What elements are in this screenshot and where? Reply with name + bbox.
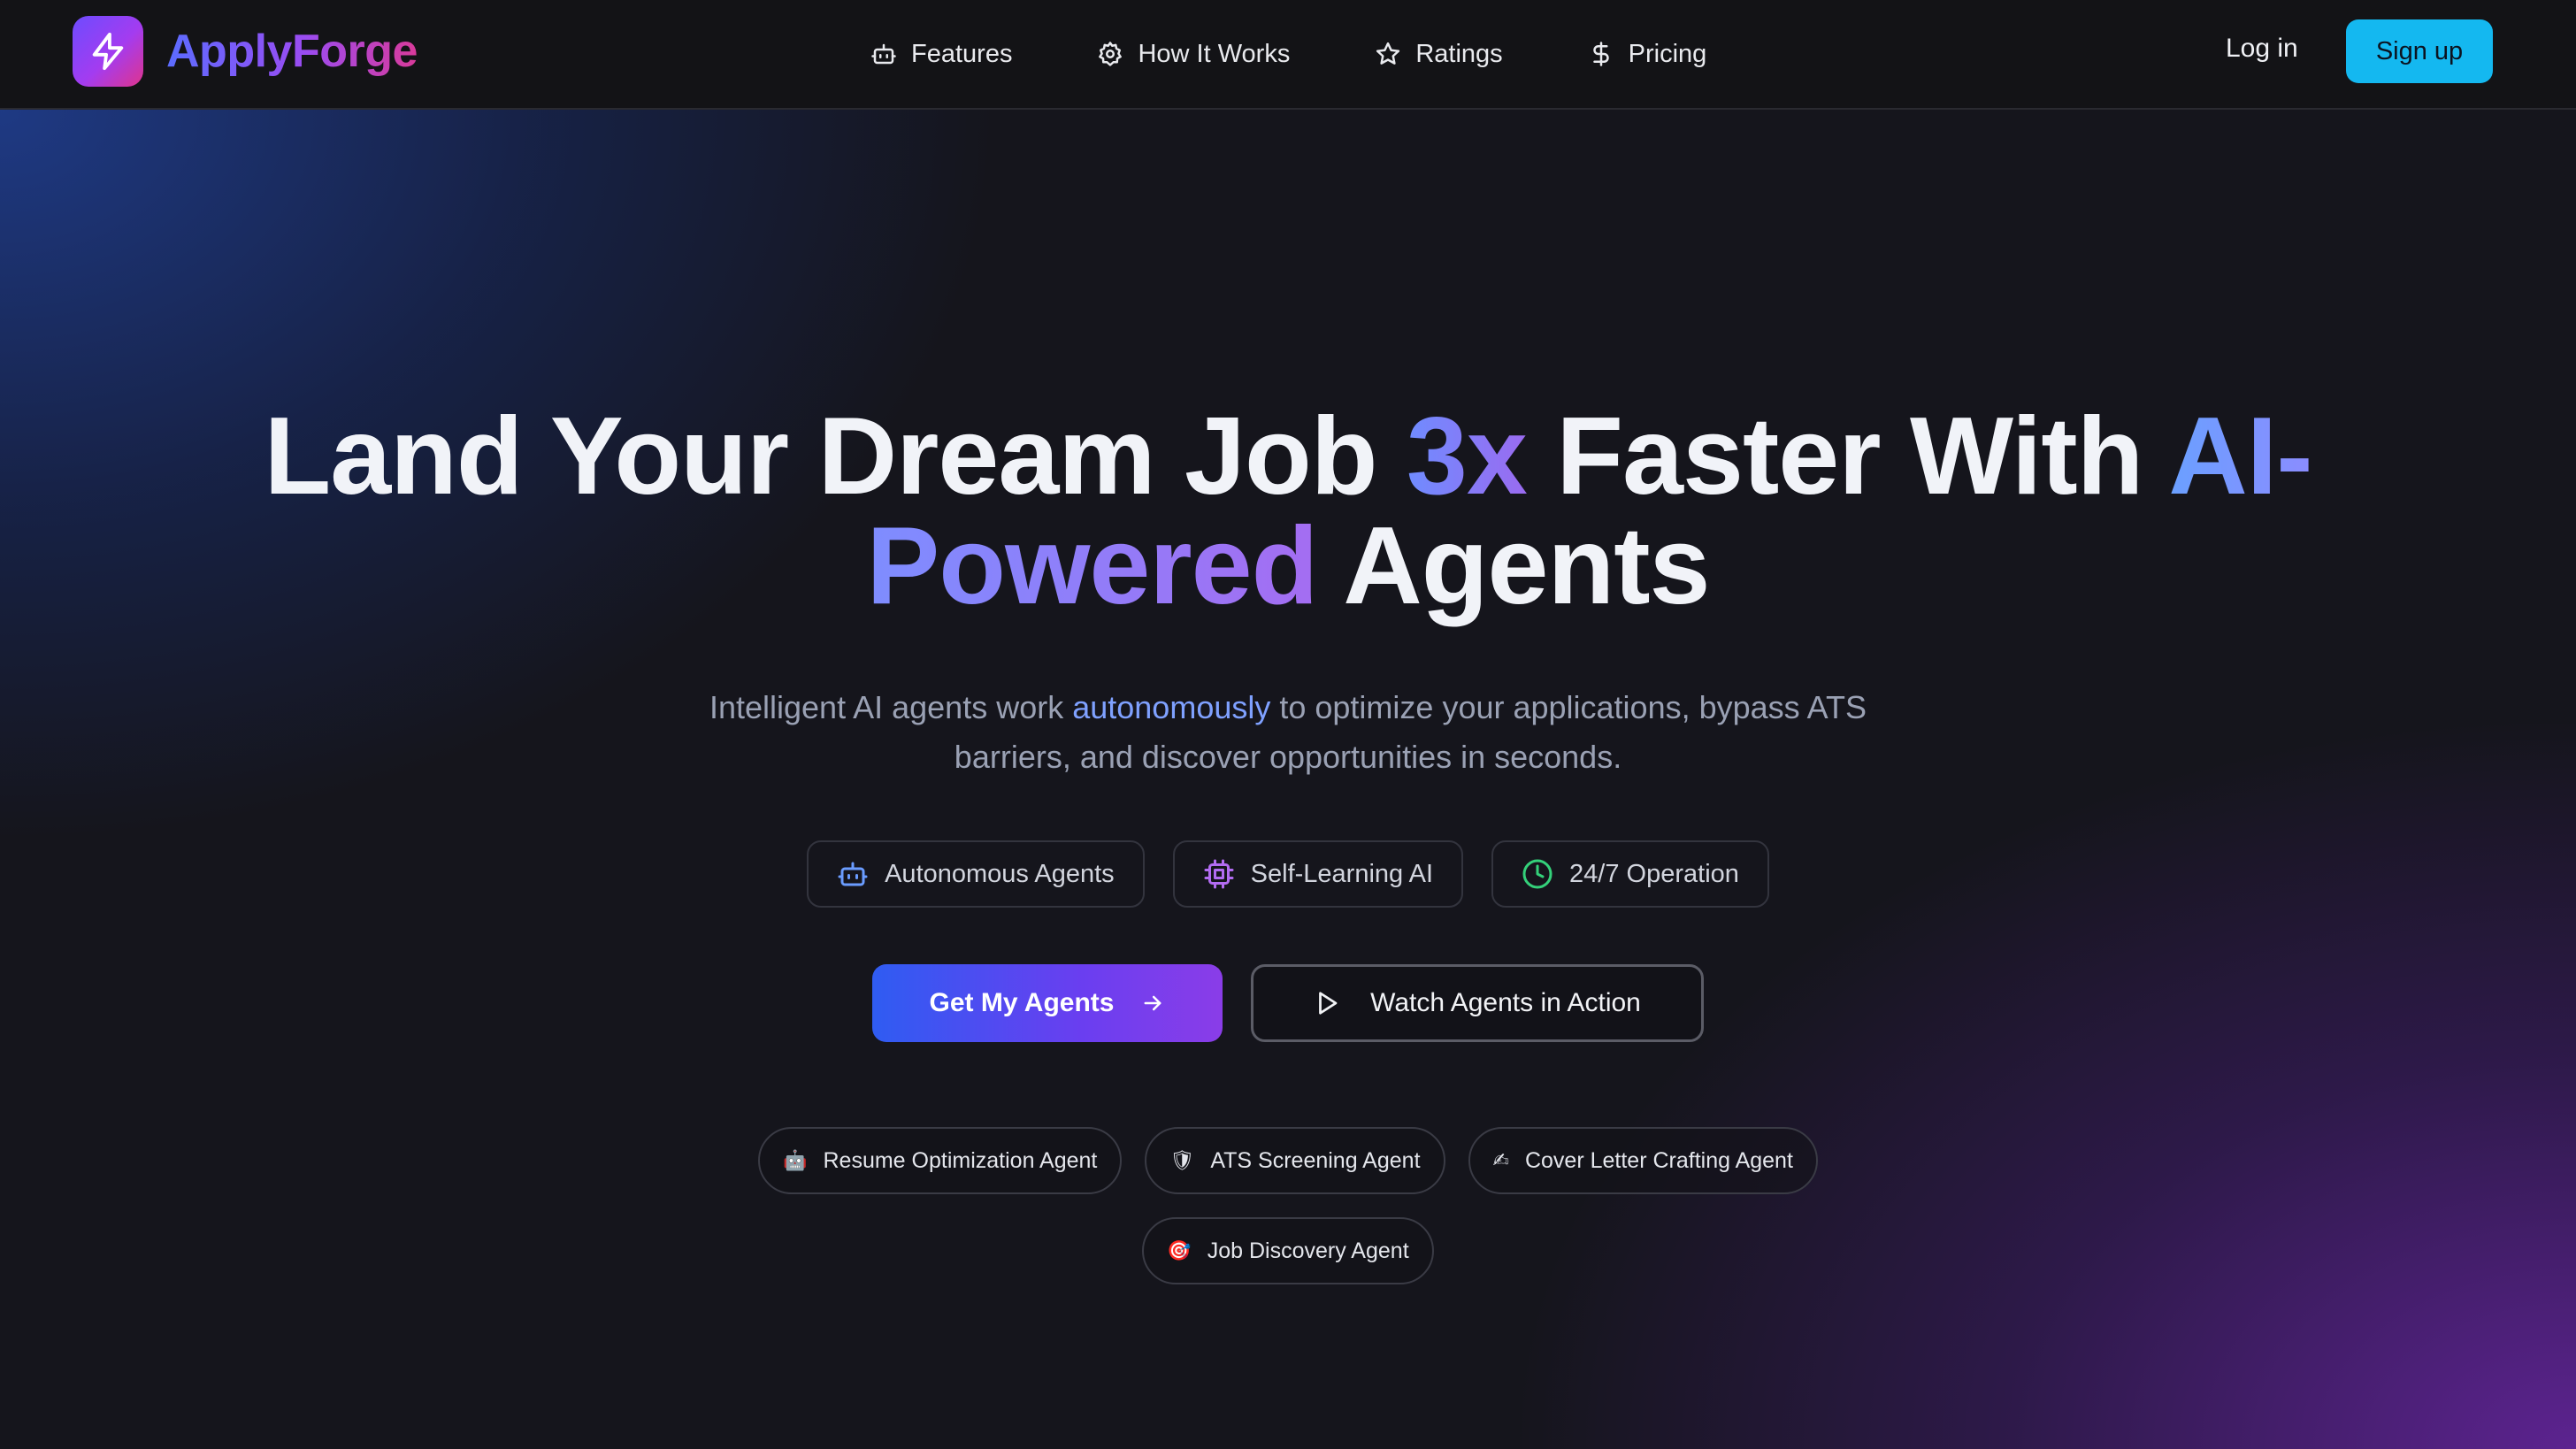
- agent-chips-row: 🤖 Resume Optimization Agent 🛡 ATS Screen…: [0, 1127, 2576, 1194]
- subtitle-part1: Intelligent AI agents work: [709, 689, 1073, 725]
- headline-highlight-powered: Powered: [866, 505, 1319, 627]
- nav-ratings[interactable]: Ratings: [1375, 39, 1503, 69]
- get-my-agents-label: Get My Agents: [929, 988, 1115, 1017]
- brand[interactable]: ApplyForge: [73, 16, 418, 87]
- hero-headline: Land Your Dream Job 3x Faster With AI- Po…: [0, 402, 2576, 621]
- nav-features-label: Features: [911, 39, 1013, 68]
- arrow-right-icon: [1145, 995, 1162, 1011]
- agent-chip-ats[interactable]: 🛡 ATS Screening Agent: [1145, 1127, 1445, 1194]
- gear-icon: [1099, 42, 1123, 66]
- headline-part3: Agents: [1317, 505, 1710, 627]
- agent-chip-label: ATS Screening Agent: [1210, 1147, 1421, 1173]
- feature-pill-24-7: 24/7 Operation: [1491, 840, 1769, 908]
- headline-highlight-ai: AI-: [2168, 395, 2312, 518]
- login-link[interactable]: Log in: [2226, 34, 2298, 64]
- get-my-agents-button[interactable]: Get My Agents: [872, 964, 1223, 1042]
- lightning-bolt-icon: [73, 16, 143, 87]
- brand-name: ApplyForge: [166, 26, 418, 77]
- watch-agents-button[interactable]: Watch Agents in Action: [1251, 964, 1704, 1042]
- feature-pill-label: Autonomous Agents: [885, 859, 1115, 888]
- hero-subtitle: Intelligent AI agents work autonomously …: [669, 683, 1907, 782]
- nav-features[interactable]: Features: [870, 40, 1012, 69]
- nav-how-it-works-label: How It Works: [1138, 39, 1291, 68]
- nav-how-it-works[interactable]: How It Works: [1097, 40, 1290, 69]
- robot-icon: [838, 862, 868, 886]
- headline-part1: Land Your Dream Job: [264, 395, 1407, 518]
- chip-icon: [1204, 859, 1234, 889]
- watch-agents-label: Watch Agents in Action: [1370, 988, 1641, 1017]
- robot-icon: 🤖: [783, 1149, 808, 1172]
- shield-icon: 🛡: [1169, 1149, 1195, 1172]
- main-nav: Features How It Works Ratings Pricing: [870, 0, 1706, 108]
- signup-button[interactable]: Sign up: [2346, 19, 2493, 83]
- dollar-icon: [1592, 42, 1609, 66]
- agent-chip-resume[interactable]: 🤖 Resume Optimization Agent: [758, 1127, 1123, 1194]
- writing-hand-icon: ✍: [1492, 1149, 1509, 1172]
- feature-pill-label: 24/7 Operation: [1569, 859, 1739, 888]
- subtitle-highlight: autonomously: [1072, 689, 1271, 725]
- feature-pill-self-learning: Self-Learning AI: [1172, 840, 1464, 908]
- agent-chip-job-discovery[interactable]: 🎯 Job Discovery Agent: [1142, 1217, 1434, 1284]
- agent-chip-cover-letter[interactable]: ✍ Cover Letter Crafting Agent: [1468, 1127, 1818, 1194]
- headline-highlight-3x: 3x: [1406, 395, 1528, 518]
- agent-chips-row: 🎯 Job Discovery Agent: [0, 1217, 2576, 1284]
- clock-icon: [1522, 859, 1552, 889]
- play-icon: [1319, 992, 1338, 1015]
- top-navbar: ApplyForge Features How It Works Ratings: [0, 0, 2576, 110]
- agent-chip-label: Cover Letter Crafting Agent: [1524, 1147, 1793, 1173]
- agent-chip-label: Resume Optimization Agent: [823, 1147, 1098, 1173]
- agent-chip-label: Job Discovery Agent: [1207, 1238, 1409, 1263]
- nav-pricing-label: Pricing: [1628, 39, 1707, 68]
- hero-section: Land Your Dream Job 3x Faster With AI- Po…: [0, 110, 2576, 1449]
- nav-ratings-label: Ratings: [1415, 39, 1503, 68]
- headline-part2: Faster With: [1526, 395, 2169, 518]
- nav-pricing[interactable]: Pricing: [1588, 39, 1707, 69]
- feature-pill-label: Self-Learning AI: [1250, 859, 1434, 888]
- cta-group: Get My Agents Watch Agents in Action: [0, 964, 2576, 1042]
- star-icon: [1376, 42, 1400, 65]
- feature-pills: Autonomous Agents Self-Learning AI 24/7 …: [0, 840, 2576, 908]
- robot-icon: [871, 43, 896, 65]
- feature-pill-autonomous: Autonomous Agents: [807, 840, 1145, 908]
- target-icon: 🎯: [1167, 1239, 1192, 1262]
